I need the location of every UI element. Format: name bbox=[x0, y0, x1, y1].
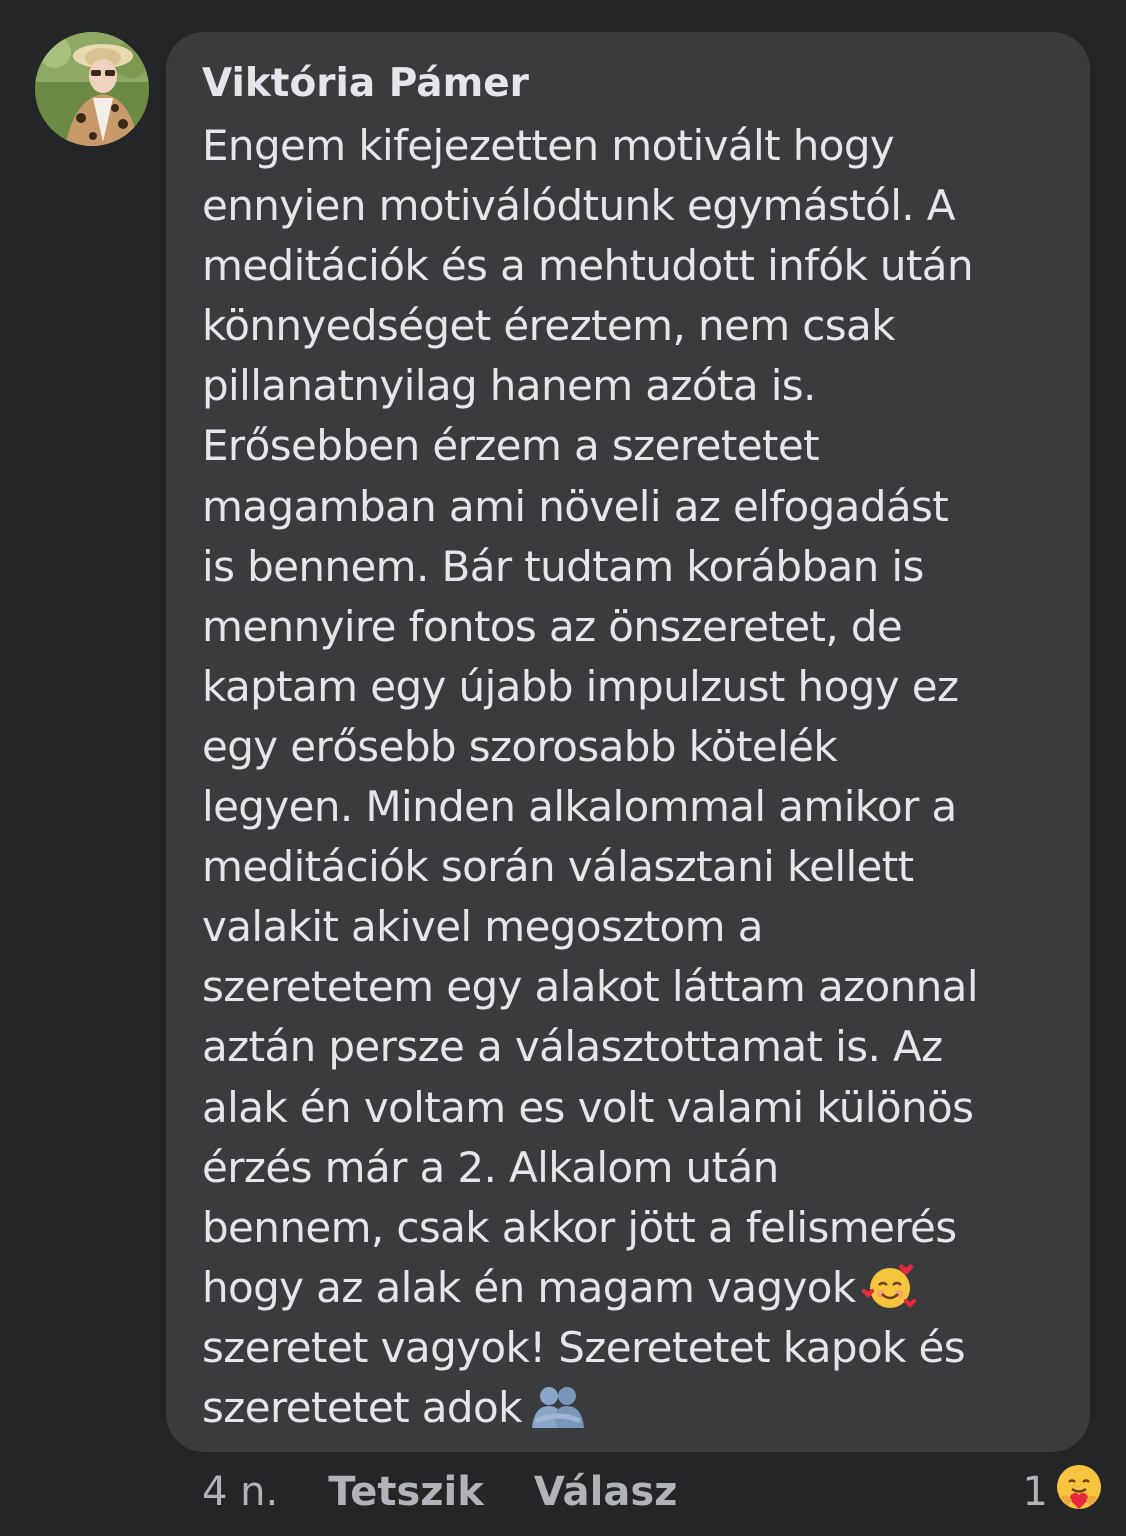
smiling-face-with-hearts-emoji-icon bbox=[861, 1262, 922, 1312]
comment-line: is bennem. Bár tudtam korábban is bbox=[202, 541, 924, 591]
comment-line: egy erősebb szorosabb kötelék bbox=[202, 721, 838, 771]
comment-line: mennyire fontos az önszeretet, de bbox=[202, 601, 903, 651]
comment-line: bennem, csak akkor jött a felismerés bbox=[202, 1202, 957, 1252]
like-button[interactable]: Tetszik bbox=[328, 1469, 484, 1515]
comment-timestamp[interactable]: 4 n. bbox=[202, 1469, 278, 1515]
comment-line: meditációk során választani kellett bbox=[202, 842, 914, 892]
comment-screen: Viktória Pámer Engem kifejezetten motivá… bbox=[0, 0, 1126, 1536]
comment-line: érzés már a 2. Alkalom után bbox=[202, 1142, 779, 1192]
people-hugging-emoji-icon bbox=[528, 1382, 588, 1432]
comment-line: kaptam egy újabb impulzust hogy ez bbox=[202, 661, 959, 711]
comment-line: magamban ami növeli az elfogadást bbox=[202, 481, 949, 531]
avatar[interactable] bbox=[35, 32, 149, 146]
comment-line: pillanatnyilag hanem azóta is. bbox=[202, 361, 816, 411]
comment-line: szeretet vagyok! Szeretetet kapok és bbox=[202, 1322, 966, 1372]
comment-line: valakit akivel megosztom a bbox=[202, 902, 763, 952]
comment-line-text: hogy az alak én magam vagyok bbox=[202, 1262, 856, 1312]
comment-bubble[interactable]: Viktória Pámer Engem kifejezetten motivá… bbox=[166, 32, 1090, 1452]
avatar-photo bbox=[35, 32, 149, 146]
comment-line: meditációk és a mehtudott infók után bbox=[202, 241, 974, 291]
comment-line-text: szeretetet adok bbox=[202, 1382, 522, 1432]
care-reaction-icon bbox=[1054, 1462, 1104, 1522]
comment-line: legyen. Minden alkalommal amikor a bbox=[202, 782, 957, 832]
comment-line: könnyedséget éreztem, nem csak bbox=[202, 301, 896, 351]
comment-line-with-emoji: szeretetet adok bbox=[202, 1378, 1070, 1438]
comment-line: Engem kifejezetten motivált hogy bbox=[202, 121, 895, 170]
comment-line: alak én voltam es volt valami különös bbox=[202, 1082, 974, 1132]
comment-author[interactable]: Viktória Pámer bbox=[202, 60, 1070, 108]
reply-button[interactable]: Válasz bbox=[534, 1469, 678, 1515]
comment-line: Erősebben érzem a szeretetet bbox=[202, 421, 820, 471]
comment-line: szeretetem egy alakot láttam azonnal bbox=[202, 962, 978, 1012]
comment-actions: 4 n. Tetszik Válasz bbox=[202, 1462, 727, 1522]
comment-line-with-emoji: hogy az alak én magam vagyok bbox=[202, 1258, 1070, 1318]
reaction-summary[interactable]: 1 bbox=[1023, 1462, 1104, 1522]
reaction-count: 1 bbox=[1022, 1469, 1048, 1515]
comment-line: aztán persze a választottamat is. Az bbox=[202, 1022, 943, 1072]
comment-line: ennyien motiválódtunk egymástól. A bbox=[202, 181, 956, 231]
